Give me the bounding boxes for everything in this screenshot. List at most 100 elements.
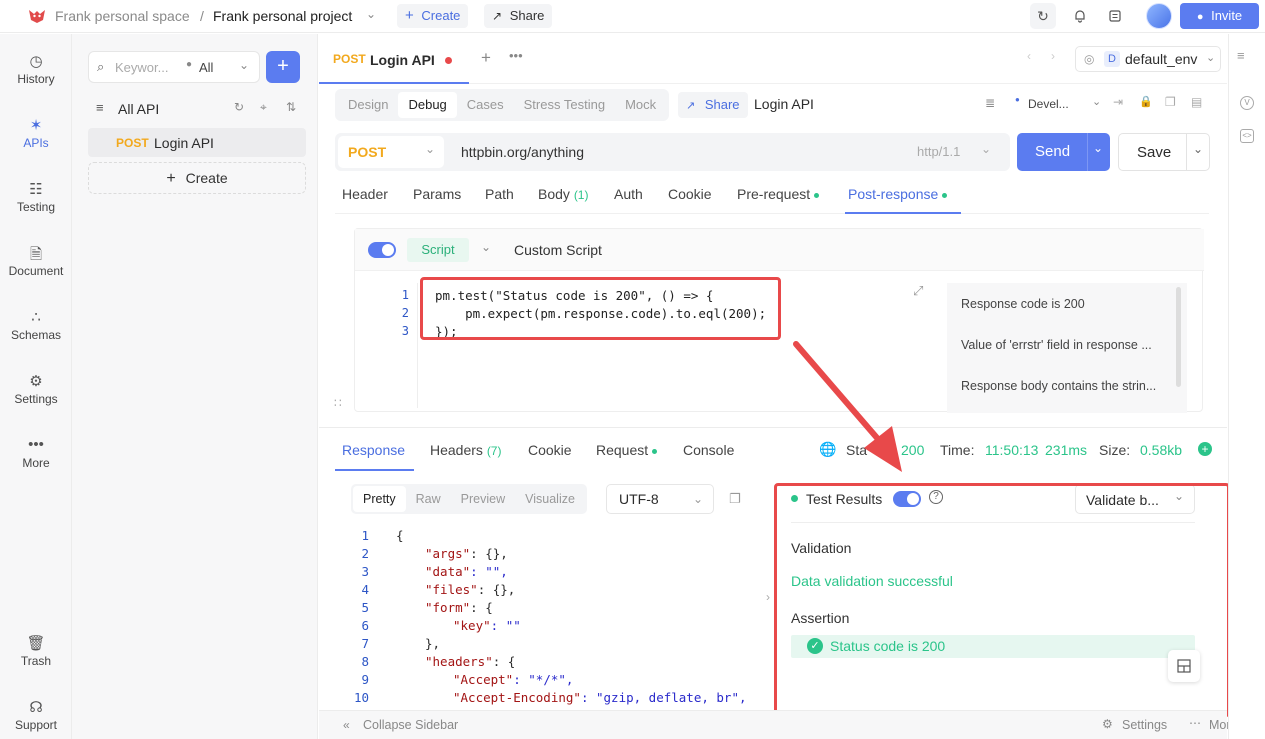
response-body[interactable]: 1 { 2 "args": {}, 3 "data": "", 4 "files… xyxy=(319,522,769,712)
api-item-login[interactable]: POST Login API xyxy=(88,128,306,157)
chevron-down-icon[interactable]: ⌄ xyxy=(239,58,249,72)
url-input[interactable]: httpbin.org/anything xyxy=(461,144,584,160)
method-select[interactable]: POST ⌄ xyxy=(338,136,444,168)
tab-preview[interactable]: Preview xyxy=(451,486,515,512)
active-dot xyxy=(652,448,658,454)
tab-stress-testing[interactable]: Stress Testing xyxy=(514,92,615,118)
rail-item-settings[interactable]: ⚙ Settings xyxy=(0,372,72,406)
panel-resize-icon[interactable]: › xyxy=(766,590,770,604)
rail-item-testing[interactable]: ☷ Testing xyxy=(0,180,72,214)
tab-visualize[interactable]: Visualize xyxy=(515,486,585,512)
collapse-sidebar-label[interactable]: Collapse Sidebar xyxy=(363,718,458,732)
tab-debug[interactable]: Debug xyxy=(398,92,457,118)
refresh-icon[interactable]: ↻ xyxy=(234,100,244,114)
json-value: : "*/*", xyxy=(513,672,574,687)
breadcrumb-space[interactable]: Frank personal space xyxy=(55,8,190,24)
chevron-down-icon[interactable]: ⌄ xyxy=(981,142,991,156)
snippet-item[interactable]: Value of 'errstr' field in response ... xyxy=(961,338,1161,352)
add-circle-icon[interactable]: + xyxy=(1198,442,1212,456)
locate-icon[interactable]: ⌖ xyxy=(260,100,267,115)
filter-select[interactable]: All xyxy=(199,60,213,75)
tab-cookie[interactable]: Cookie xyxy=(668,186,712,202)
rail-item-history[interactable]: ◷ History xyxy=(0,52,72,86)
tab-more-icon[interactable]: ••• xyxy=(509,48,523,63)
chevron-down-icon[interactable]: ⌄ xyxy=(1193,142,1203,156)
tab-body[interactable]: Body (1) xyxy=(538,186,588,202)
save-disk-icon[interactable]: ▤ xyxy=(1191,95,1202,109)
api-name-field[interactable]: Login API xyxy=(754,96,814,112)
rail-item-support[interactable]: ☊ Support xyxy=(0,698,72,732)
rail-item-trash[interactable]: 🗑 Trash xyxy=(0,634,72,668)
search-input[interactable]: ⌕ Keywor... ● All ⌄ xyxy=(88,51,260,83)
rail-item-apis[interactable]: ✶ APIs xyxy=(0,116,72,150)
verify-icon[interactable]: V xyxy=(1240,96,1254,110)
drag-handle-icon[interactable]: ∷ xyxy=(334,396,342,410)
tab-post-response[interactable]: Post-response xyxy=(848,186,948,202)
copy-icon[interactable]: ❐ xyxy=(1165,95,1176,109)
chevron-down-icon[interactable]: ⌄ xyxy=(481,240,491,254)
copy-icon[interactable]: ❐ xyxy=(729,491,741,507)
tab-headers[interactable]: Headers (7) xyxy=(430,442,501,458)
bell-icon[interactable] xyxy=(1067,3,1093,29)
tab-cookie-response[interactable]: Cookie xyxy=(528,442,572,458)
encoding-select[interactable]: UTF-8 ⌄ xyxy=(606,484,714,514)
snippet-item[interactable]: Response body contains the strin... xyxy=(961,379,1161,393)
tab-pretty[interactable]: Pretty xyxy=(353,486,406,512)
sort-icon[interactable]: ⇅ xyxy=(286,100,296,114)
protocol-select[interactable]: http/1.1 xyxy=(917,144,960,159)
tab-pre-request[interactable]: Pre-request xyxy=(737,186,820,202)
create-button[interactable]: + Create xyxy=(397,4,469,28)
create-api-button[interactable]: + Create xyxy=(88,162,306,194)
support-icon: ☊ xyxy=(29,699,43,716)
chevron-left-icon[interactable]: ‹ xyxy=(1027,49,1031,63)
collapse-icon[interactable]: « xyxy=(343,718,350,732)
tree-root-all-api[interactable]: ≡ All API ↻ ⌖ ⇅ xyxy=(88,98,306,122)
active-tab-underline xyxy=(335,469,414,471)
format-icon[interactable]: ≣ xyxy=(985,96,995,110)
tab-header[interactable]: Header xyxy=(342,186,388,202)
tab-headers-label: Headers xyxy=(430,442,483,458)
tab-login-api[interactable]: POST Login API xyxy=(319,42,469,84)
footer-settings[interactable]: Settings xyxy=(1122,718,1167,732)
env-status[interactable]: Devel... xyxy=(1028,97,1069,111)
chevron-down-icon[interactable]: ⌄ xyxy=(366,7,376,21)
new-tab-icon[interactable]: + xyxy=(481,48,491,68)
add-api-button[interactable]: + xyxy=(266,51,300,83)
tab-design[interactable]: Design xyxy=(338,92,398,118)
tab-cases[interactable]: Cases xyxy=(457,92,514,118)
code-icon[interactable]: <> xyxy=(1240,129,1254,143)
json-key: "args" xyxy=(425,546,471,561)
tab-console[interactable]: Console xyxy=(683,442,734,458)
expand-icon[interactable]: ⤢ xyxy=(913,284,923,299)
snippet-scrollbar[interactable] xyxy=(1176,287,1181,387)
indent-icon[interactable]: ⇥ xyxy=(1113,95,1123,109)
tab-path[interactable]: Path xyxy=(485,186,514,202)
script-type-tag[interactable]: Script xyxy=(407,238,469,262)
environment-select[interactable]: ◎ D default_env ⌄ xyxy=(1075,46,1221,72)
sync-icon[interactable]: ↻ xyxy=(1030,3,1056,29)
rail-item-schemas[interactable]: ∴ Schemas xyxy=(0,308,72,342)
rail-item-document[interactable]: 🗎 Document xyxy=(0,244,72,278)
tab-request[interactable]: Request xyxy=(596,442,658,458)
snippet-item[interactable]: Response code is 200 xyxy=(961,297,1161,311)
share-button[interactable]: ↗ Share xyxy=(484,4,553,28)
api-share-button[interactable]: ↗ Share xyxy=(678,92,748,118)
lock-icon[interactable]: 🔒 xyxy=(1139,95,1153,108)
chevron-right-icon[interactable]: › xyxy=(1051,49,1055,63)
tab-raw[interactable]: Raw xyxy=(406,486,451,512)
avatar[interactable] xyxy=(1146,3,1172,29)
tab-mock[interactable]: Mock xyxy=(615,92,666,118)
tab-params[interactable]: Params xyxy=(413,186,461,202)
send-button[interactable]: Send ⌄ xyxy=(1017,133,1110,171)
menu-icon[interactable]: ≡ xyxy=(1237,48,1245,63)
invite-button[interactable]: ● Invite xyxy=(1180,3,1259,29)
tab-response[interactable]: Response xyxy=(342,442,405,458)
breadcrumb-project[interactable]: Frank personal project xyxy=(213,8,352,24)
chevron-down-icon[interactable]: ⌄ xyxy=(1093,141,1103,155)
chevron-down-icon[interactable]: ⌄ xyxy=(1092,95,1101,108)
notes-icon[interactable] xyxy=(1102,3,1128,29)
rail-item-more[interactable]: ••• More xyxy=(0,436,72,470)
save-button[interactable]: Save ⌄ xyxy=(1118,133,1210,171)
script-enabled-toggle[interactable] xyxy=(368,242,396,258)
tab-auth[interactable]: Auth xyxy=(614,186,643,202)
